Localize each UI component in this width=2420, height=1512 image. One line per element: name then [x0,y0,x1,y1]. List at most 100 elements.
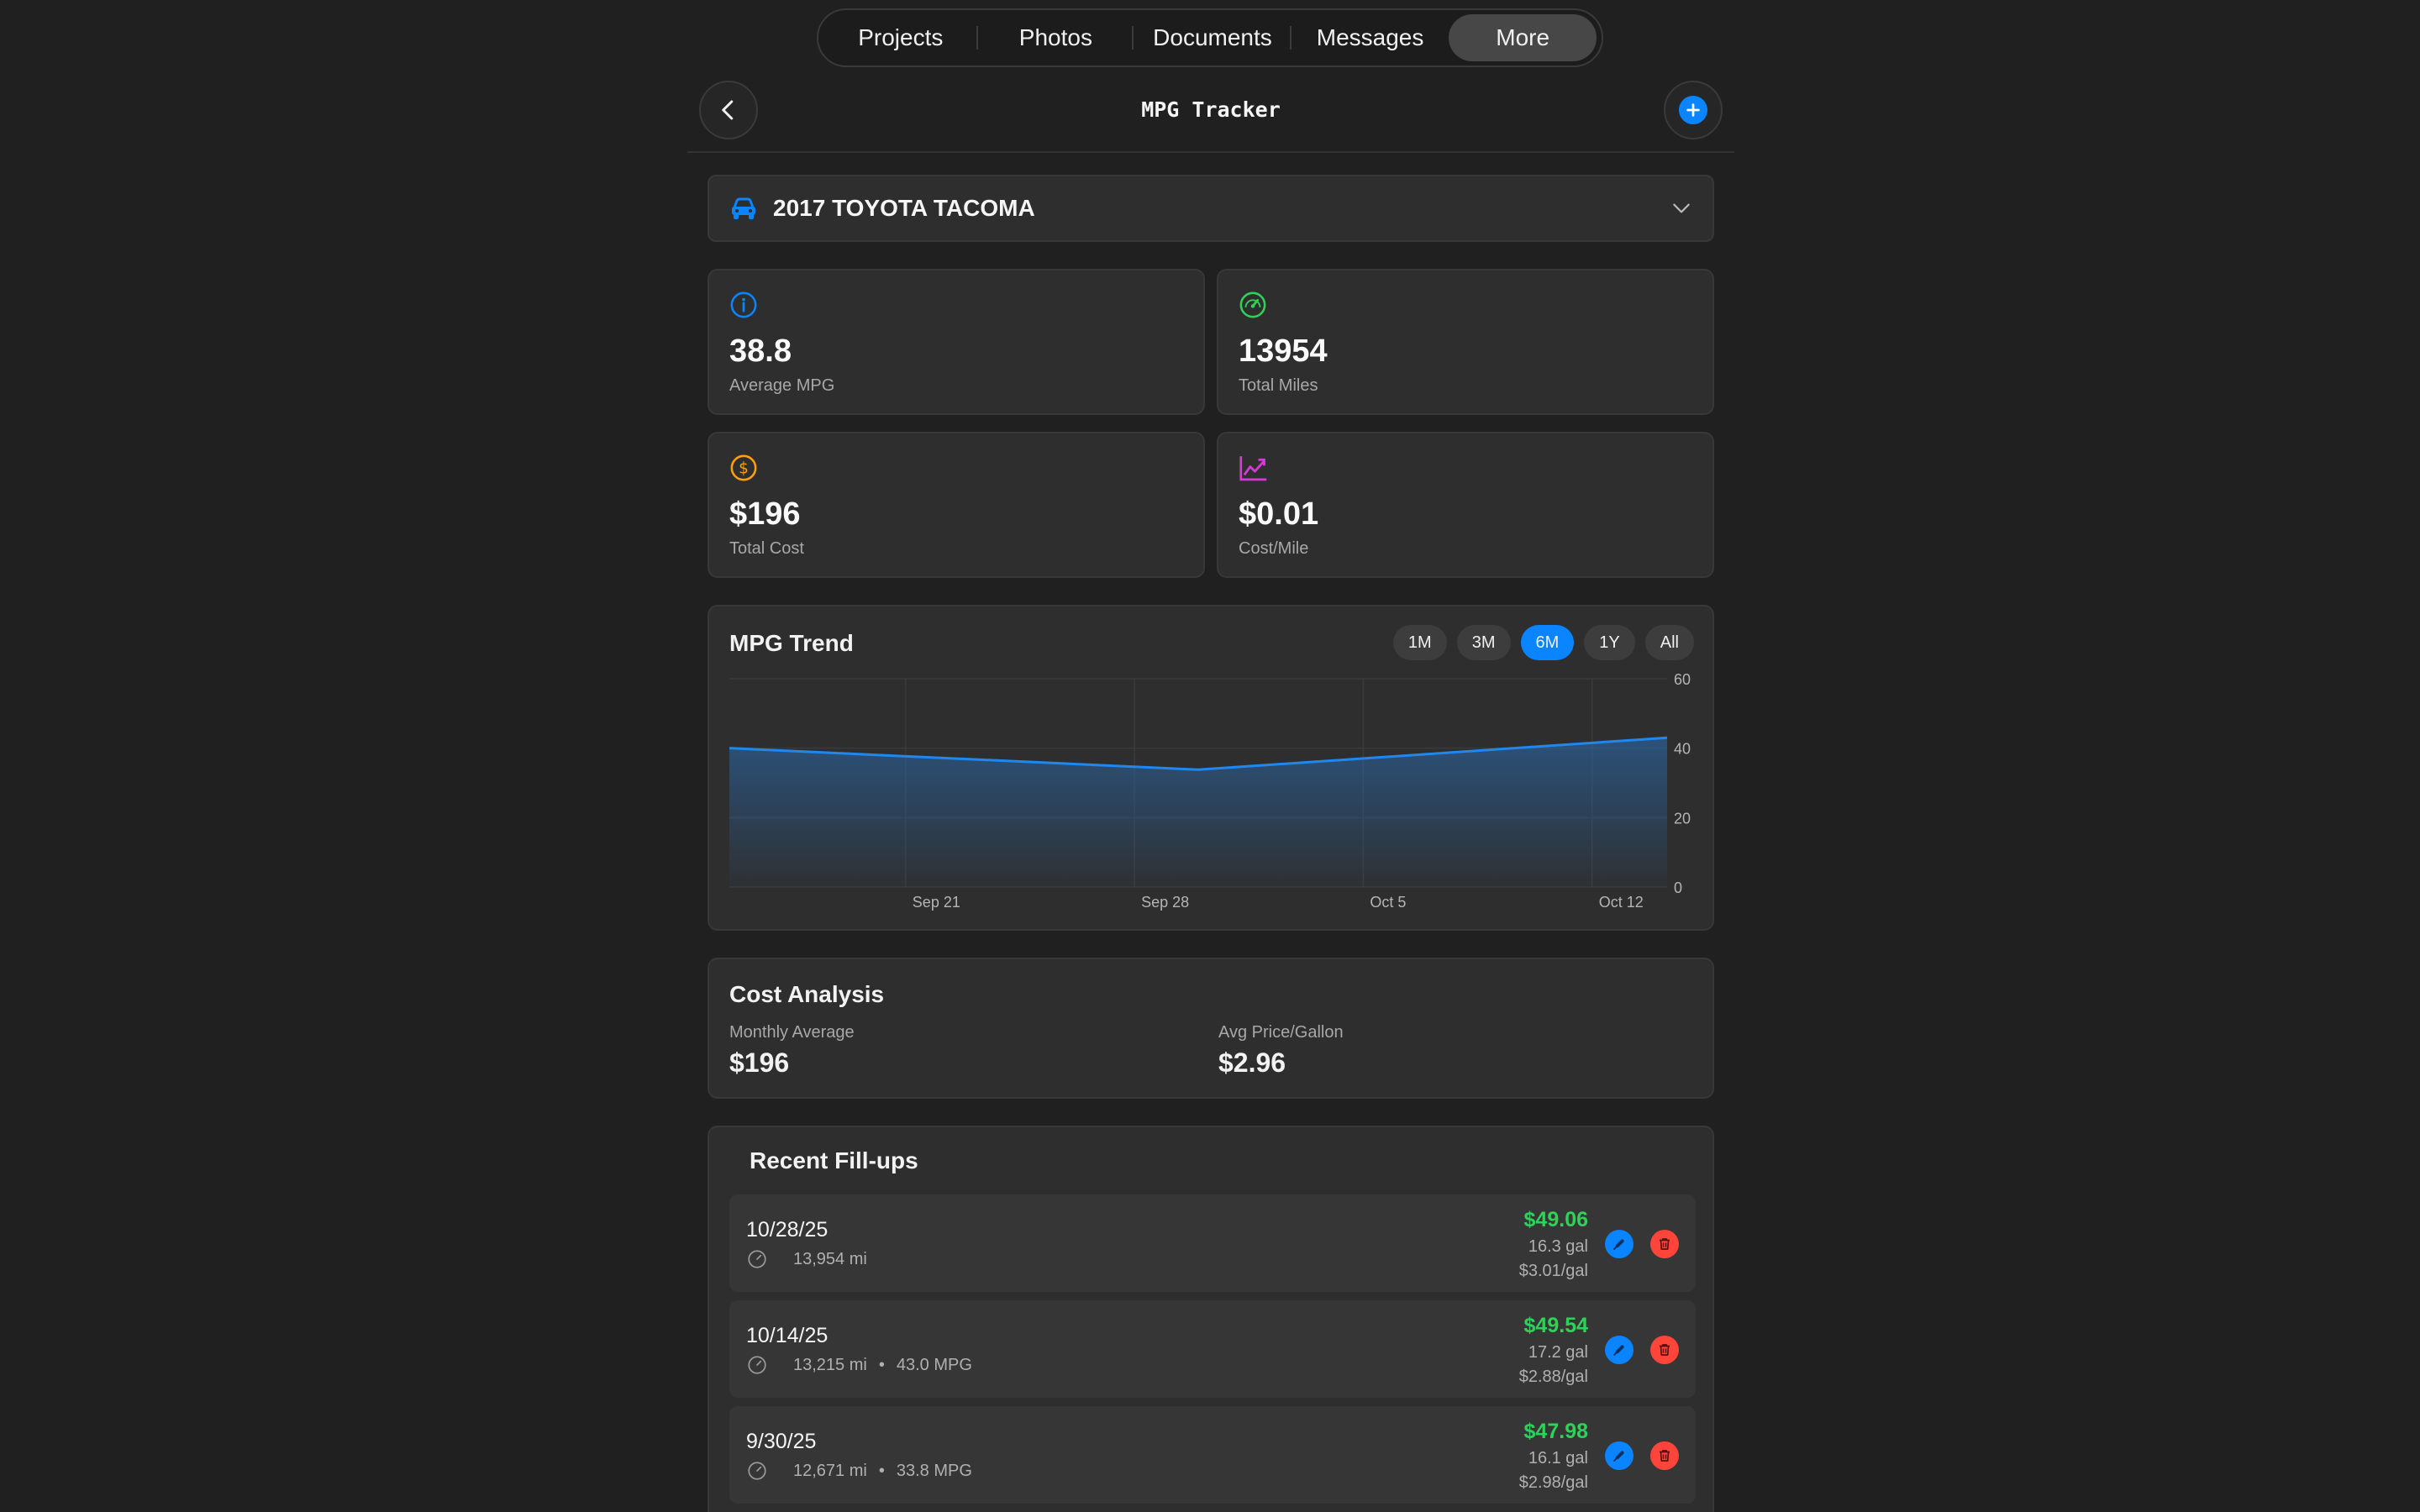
odometer-icon [748,1356,766,1374]
odometer-icon [748,1250,766,1268]
odometer-icon [748,1462,766,1480]
range-1y-button[interactable]: 1Y [1584,625,1635,660]
fillup-price: $47.98 [1523,1420,1588,1443]
tab-more[interactable]: More [1449,14,1597,61]
fillup-gallons: 17.2 gal [1528,1343,1588,1362]
vehicle-selector[interactable]: 2017 TOYOTA TACOMA [708,175,1714,242]
tab-documents[interactable]: Documents [1134,14,1292,61]
fillup-price: $49.06 [1523,1208,1588,1231]
delete-fillup-button[interactable] [1650,1336,1679,1364]
fillup-price-per-gallon: $3.01/gal [1518,1262,1588,1280]
page-header: MPG Tracker [687,77,1734,153]
fillup-meta: 13,954 mi [746,1248,867,1270]
trash-icon [1660,1238,1670,1250]
total-miles-value: 13954 [1239,333,1328,369]
trash-icon [1660,1344,1670,1356]
plus-icon [1679,96,1707,124]
fillup-amounts: $49.54 17.2 gal $2.88/gal [1519,1314,1588,1387]
fillup-price: $49.54 [1523,1314,1588,1337]
cost-per-mile-label: Cost/Mile [1239,539,1309,558]
range-3m-button[interactable]: 3M [1456,625,1511,660]
range-selector: 1M 3M 6M 1Y All [1392,625,1694,660]
pencil-icon [1613,1345,1624,1356]
delete-fillup-button[interactable] [1650,1230,1679,1258]
monthly-average-value: $196 [729,1047,790,1078]
avg-price-gallon-label: Avg Price/Gallon [1218,1023,1344,1042]
monthly-average-label: Monthly Average [729,1023,855,1042]
avg-price-gallon-value: $2.96 [1218,1047,1286,1078]
edit-fillup-button[interactable] [1605,1441,1634,1470]
info-gauge-icon [730,291,757,318]
pencil-icon [1613,1451,1624,1462]
average-mpg-label: Average MPG [729,376,835,395]
vehicle-name: 2017 TOYOTA TACOMA [773,195,1035,221]
range-1m-button[interactable]: 1M [1392,625,1447,660]
pencil-icon [1613,1239,1624,1250]
total-miles-label: Total Miles [1239,376,1318,395]
cost-per-mile-value: $0.01 [1239,496,1319,532]
y-tick-label: 60 [1674,671,1691,688]
total-cost-label: Total Cost [729,539,804,558]
stat-card-total-cost: $ $196 Total Cost [708,432,1205,578]
cost-analysis-title: Cost Analysis [729,981,885,1007]
monthly-average: Monthly Average $196 [729,1023,855,1079]
total-cost-value: $196 [729,496,801,532]
recent-fillups-title: Recent Fill-ups [750,1147,918,1173]
fillup-meta: 12,671 mi • 33.8 MPG [746,1460,972,1482]
fillup-miles: 13,954 mi [793,1249,867,1268]
trash-icon [1660,1450,1670,1462]
chevron-down-icon [1673,203,1690,213]
fillup-meta: 13,215 mi • 43.0 MPG [746,1354,972,1376]
y-tick-label: 40 [1674,741,1691,758]
range-all-button[interactable]: All [1644,625,1694,660]
speedometer-icon [1239,291,1266,318]
fillup-amounts: $47.98 16.1 gal $2.98/gal [1519,1420,1588,1493]
delete-fillup-button[interactable] [1650,1441,1679,1470]
stat-card-total-miles: 13954 Total Miles [1217,269,1714,415]
add-fillup-button[interactable] [1664,81,1723,139]
recent-fillups-card: Recent Fill-ups 10/28/25 13,954 mi $49.0… [708,1126,1714,1512]
dollar-icon: $ [730,454,757,481]
fillup-gallons: 16.1 gal [1528,1449,1588,1467]
tab-projects[interactable]: Projects [823,14,978,61]
tab-messages[interactable]: Messages [1292,14,1449,61]
mpg-area-fill [729,738,1667,887]
meta-separator: • [878,1461,885,1480]
mpg-trend-title: MPG Trend [729,630,854,656]
stat-card-cost-per-mile: $0.01 Cost/Mile [1217,432,1714,578]
fillup-mpg: 33.8 MPG [896,1461,972,1480]
trend-up-icon [1239,456,1267,481]
y-tick-label: 0 [1674,879,1682,896]
fillup-date: 9/30/25 [746,1430,817,1453]
top-segmented-nav: Projects Photos Documents Messages More [817,8,1603,67]
x-tick-label: Sep 28 [1141,894,1189,911]
x-tick-label: Sep 21 [913,894,960,911]
fillup-amounts: $49.06 16.3 gal $3.01/gal [1519,1208,1588,1281]
fillup-price-per-gallon: $2.98/gal [1518,1473,1588,1492]
svg-text:$: $ [739,459,749,477]
page-title: MPG Tracker [1141,97,1281,122]
tab-photos[interactable]: Photos [978,14,1134,61]
stat-card-average-mpg: 38.8 Average MPG [708,269,1205,415]
car-icon [732,197,755,219]
x-tick-label: Oct 12 [1599,894,1644,911]
average-mpg-value: 38.8 [729,333,792,369]
x-tick-label: Oct 5 [1370,894,1406,911]
range-6m-button[interactable]: 6M [1520,625,1575,660]
edit-fillup-button[interactable] [1605,1230,1634,1258]
cost-analysis-card: Cost Analysis Monthly Average $196 Avg P… [708,958,1714,1099]
fillup-row[interactable]: 10/28/25 13,954 mi $49.06 16.3 gal $3.01… [729,1194,1696,1292]
fillup-price-per-gallon: $2.88/gal [1518,1368,1588,1386]
fillup-gallons: 16.3 gal [1528,1237,1588,1256]
mpg-trend-card: 0 20 40 60 Sep 21 Sep 28 Oct 5 Oct 12 MPG Trend… [708,605,1714,931]
avg-price-gallon: Avg Price/Gallon $2.96 [1218,1023,1344,1079]
fillup-date: 10/14/25 [746,1324,829,1347]
y-tick-label: 20 [1674,810,1691,827]
edit-fillup-button[interactable] [1605,1336,1634,1364]
fillup-date: 10/28/25 [746,1218,829,1242]
fillup-miles: 12,671 mi [793,1461,867,1480]
fillup-miles: 13,215 mi [793,1355,867,1374]
fillup-mpg: 43.0 MPG [896,1355,972,1374]
fillup-row[interactable]: 9/30/25 12,671 mi • 33.8 MPG $47.98 16.1… [729,1406,1696,1504]
fillup-row[interactable]: 10/14/25 13,215 mi • 43.0 MPG $49.54 17.… [729,1300,1696,1398]
